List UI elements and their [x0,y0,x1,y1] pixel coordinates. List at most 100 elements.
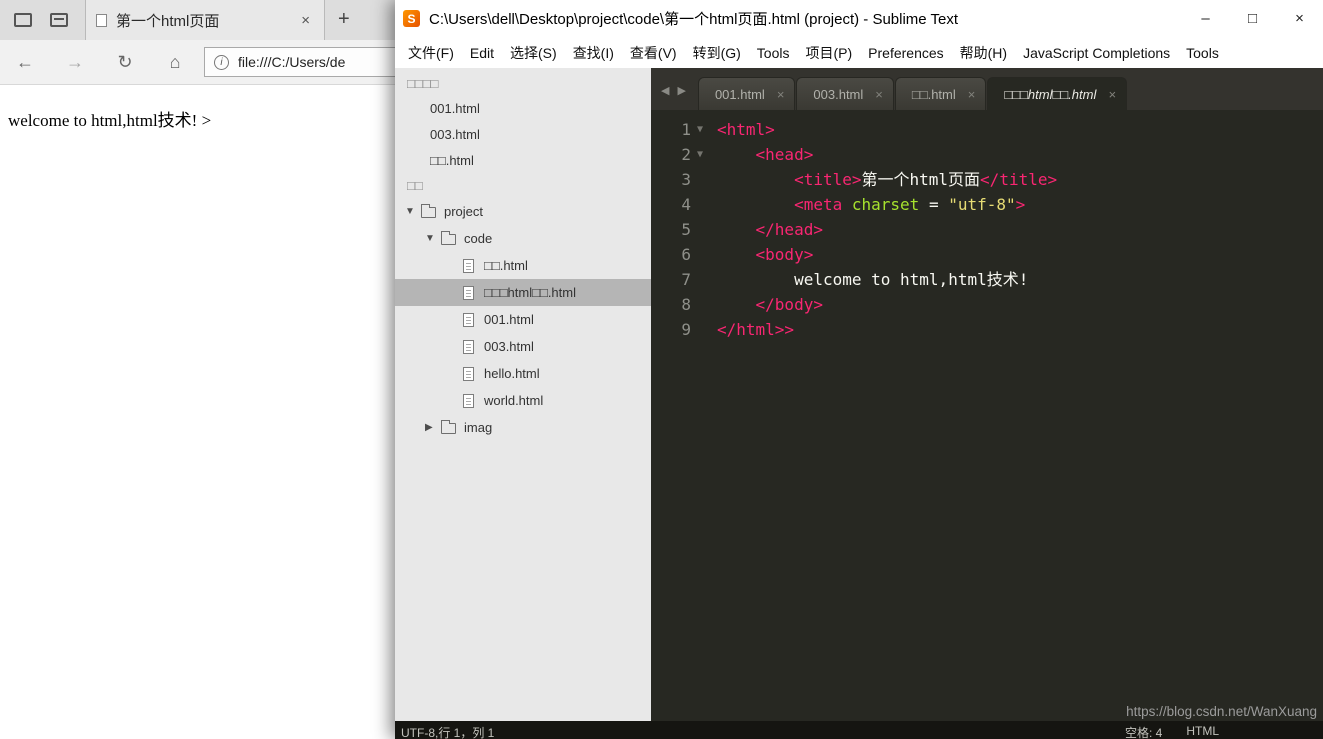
fold-arrow-icon[interactable]: ▼ [691,117,709,142]
tree-folder[interactable]: ▶ imag [395,414,651,441]
file-icon [463,366,474,381]
status-right-group: 空格: 4 HTML [1125,724,1219,739]
menu-item[interactable]: 选择(S) [502,43,565,63]
status-encoding-position: UTF-8,行 1，列 1 [401,726,495,739]
code-text: </body> [755,295,823,314]
folder-icon [441,420,456,434]
tree-label: world.html [484,393,544,408]
tab-close-icon[interactable]: × [297,12,314,29]
tab-close-icon[interactable]: × [968,87,976,102]
tree-folder[interactable]: ▼ code [395,225,651,252]
tab-bar: ◀ ▶ 001.html × 003.html × □□.html × □□□html□□.… [651,68,1323,110]
menu-item[interactable]: Tools [749,45,798,61]
back-icon[interactable]: ← [0,52,50,73]
tab-preview-icon[interactable] [50,13,68,27]
collapse-icon[interactable]: ▼ [425,233,441,244]
browser-tab[interactable]: 第一个html页面 × [85,0,325,40]
tree-file[interactable]: □□□html□□.html [395,279,651,306]
menu-item[interactable]: 查找(I) [565,43,622,63]
tab-scroll-left-icon[interactable]: ◀ [661,84,669,97]
menu-item[interactable]: 项目(P) [797,43,860,63]
code-line[interactable]: 6 <body> [651,242,1323,267]
tree-file[interactable]: □□.html [395,252,651,279]
folder-icon [441,231,456,245]
tree-label: 001.html [484,312,534,327]
editor-tab[interactable]: □□□html□□.html × [987,77,1127,110]
tab-close-icon[interactable]: × [777,87,785,102]
code-line[interactable]: 1 ▼ <html> [651,117,1323,142]
file-icon [463,339,474,354]
tab-close-icon[interactable]: × [875,87,883,102]
menu-item[interactable]: Preferences [860,45,951,61]
code-text: <body> [755,245,814,264]
tree-file[interactable]: 003.html [395,333,651,360]
editor-tab[interactable]: □□.html × [894,77,987,110]
code-line[interactable]: 9 </html>> [651,317,1323,342]
folders-header[interactable]: □□ [395,174,651,198]
forward-icon[interactable]: → [50,52,100,73]
menu-item[interactable]: 帮助(H) [952,43,1015,63]
file-icon [463,285,474,300]
home-icon[interactable]: ⌂ [150,52,200,73]
code-text: </html>> [717,320,795,339]
code-text: <head> [755,145,814,164]
code-area[interactable]: 1 ▼ <html> 2 ▼ <head> 3 <title>第一个html页面</tit… [651,110,1323,721]
new-tab-icon[interactable]: + [338,8,350,31]
line-number: 1 [681,120,691,139]
browser-tab-title: 第一个html页面 [116,12,220,30]
maximize-icon[interactable]: □ [1229,0,1276,37]
minimize-icon[interactable]: – [1182,0,1229,37]
editor-tabs: 001.html × 003.html × □□.html × □□□html□□.html… [697,77,1128,110]
fold-arrow-icon[interactable]: ▼ [691,142,709,167]
tree-file[interactable]: 001.html [395,306,651,333]
tree-file[interactable]: world.html [395,387,651,414]
code-line[interactable]: 2 ▼ <head> [651,142,1323,167]
menu-item[interactable]: 转到(G) [685,43,749,63]
menu-item[interactable]: 文件(F) [400,43,462,63]
close-icon[interactable]: × [1276,0,1323,37]
line-number: 6 [681,245,691,264]
open-file-item[interactable]: 003.html [395,122,651,148]
code-line[interactable]: 3 <title>第一个html页面</title> [651,167,1323,192]
window-controls: – □ × [1182,0,1323,37]
line-number: 4 [681,195,691,214]
menu-item[interactable]: 查看(V) [622,43,685,63]
menu-item[interactable]: Edit [462,45,502,61]
code-line[interactable]: 5 </head> [651,217,1323,242]
menu-item[interactable]: Tools [1178,45,1227,61]
code-text: <meta charset = "utf-8"> [794,195,1026,214]
status-spaces[interactable]: 空格: 4 [1125,724,1162,739]
open-file-item[interactable]: 001.html [395,96,651,122]
menu-bar: 文件(F) Edit 选择(S) 查找(I) 查看(V) 转到(G) Tools 项目(P) P… [395,37,1323,68]
title-bar[interactable]: S C:\Users\dell\Desktop\project\code\第一个… [395,0,1323,37]
menu-item[interactable]: JavaScript Completions [1015,45,1178,61]
line-number: 9 [681,320,691,339]
screen: 第一个html页面 × + ← → ↻ ⌂ i file:///C:/Users… [0,0,1323,739]
refresh-icon[interactable]: ↻ [100,52,150,73]
editor-tab[interactable]: 001.html × [697,77,796,110]
tab-scroll-right-icon[interactable]: ▶ [677,84,685,97]
tree-folder[interactable]: ▼ project [395,198,651,225]
open-files-header[interactable]: □□□□ [395,72,651,96]
site-info-icon[interactable]: i [214,54,229,70]
code-line[interactable]: 8 </body> [651,292,1323,317]
set-tabs-aside-icon[interactable] [14,13,32,27]
open-files-list: 001.html 003.html □□.html [395,96,651,174]
editor-tab[interactable]: 003.html × [796,77,894,110]
collapse-icon[interactable]: ▼ [405,206,421,217]
code-line[interactable]: 4 <meta charset = "utf-8"> [651,192,1323,217]
tab-label: 001.html [714,86,765,102]
expand-icon[interactable]: ▶ [425,422,441,433]
file-icon [463,393,474,408]
tree-file[interactable]: hello.html [395,360,651,387]
line-number: 3 [681,170,691,189]
url-text: file:///C:/Users/de [238,54,346,70]
tab-label: □□.html [911,86,956,102]
open-file-item[interactable]: □□.html [395,148,651,174]
code-line[interactable]: 7 welcome to html,html技术! [651,267,1323,292]
status-syntax[interactable]: HTML [1186,724,1219,739]
tab-close-icon[interactable]: × [1108,87,1116,102]
page-favicon-icon [96,13,107,27]
